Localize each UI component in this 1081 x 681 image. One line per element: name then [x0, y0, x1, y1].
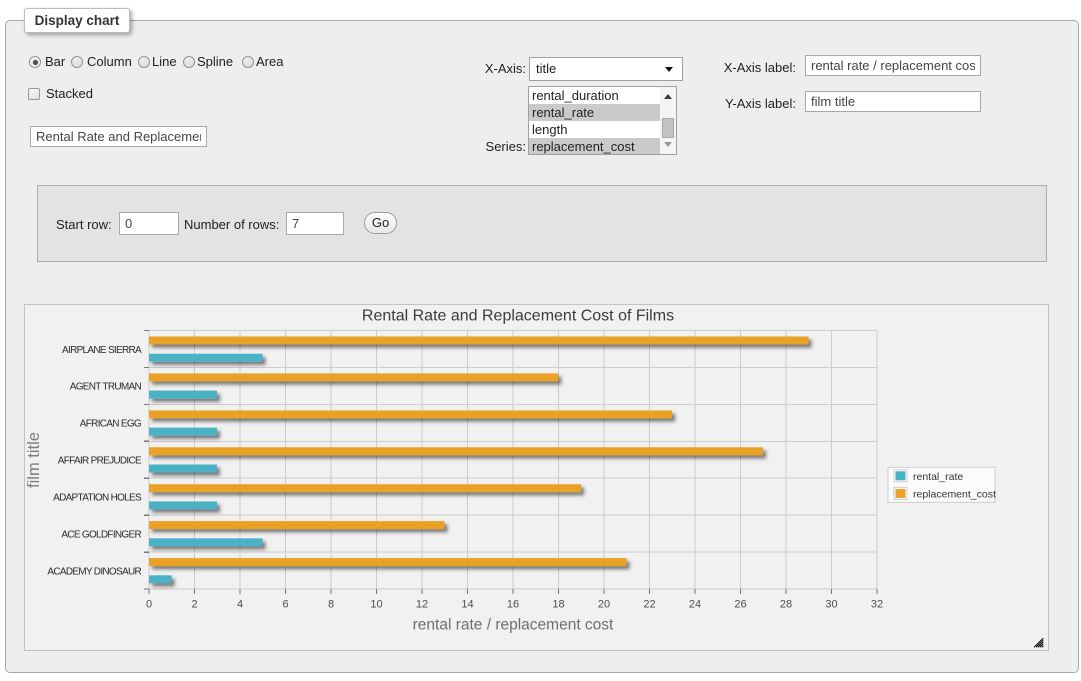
svg-text:ACE GOLDFINGER: ACE GOLDFINGER [61, 529, 141, 540]
svg-text:ACADEMY DINOSAUR: ACADEMY DINOSAUR [47, 566, 141, 577]
svg-text:0: 0 [146, 599, 152, 611]
svg-text:14: 14 [461, 599, 473, 611]
svg-text:rental_rate: rental_rate [913, 471, 963, 483]
svg-text:20: 20 [598, 599, 610, 611]
svg-text:film title: film title [25, 432, 43, 488]
svg-text:ADAPTATION HOLES: ADAPTATION HOLES [53, 493, 142, 504]
svg-text:AIRPLANE SIERRA: AIRPLANE SIERRA [62, 345, 142, 356]
svg-text:4: 4 [237, 599, 243, 611]
svg-text:AFRICAN EGG: AFRICAN EGG [80, 419, 142, 430]
svg-text:32: 32 [871, 599, 883, 611]
svg-text:AFFAIR PREJUDICE: AFFAIR PREJUDICE [58, 456, 142, 467]
svg-text:AGENT TRUMAN: AGENT TRUMAN [70, 382, 142, 393]
svg-text:22: 22 [643, 599, 655, 611]
svg-text:26: 26 [734, 599, 746, 611]
svg-text:6: 6 [282, 599, 288, 611]
svg-text:30: 30 [825, 599, 837, 611]
svg-text:2: 2 [191, 599, 197, 611]
svg-text:12: 12 [416, 599, 428, 611]
svg-text:28: 28 [780, 599, 792, 611]
svg-text:Rental Rate and Replacement Co: Rental Rate and Replacement Cost of Film… [362, 308, 674, 325]
svg-text:10: 10 [370, 599, 382, 611]
svg-text:16: 16 [507, 599, 519, 611]
svg-text:rental rate / replacement cost: rental rate / replacement cost [413, 617, 614, 634]
svg-text:18: 18 [552, 599, 564, 611]
svg-text:24: 24 [689, 599, 701, 611]
svg-text:8: 8 [328, 599, 334, 611]
svg-text:replacement_cost: replacement_cost [913, 488, 996, 500]
